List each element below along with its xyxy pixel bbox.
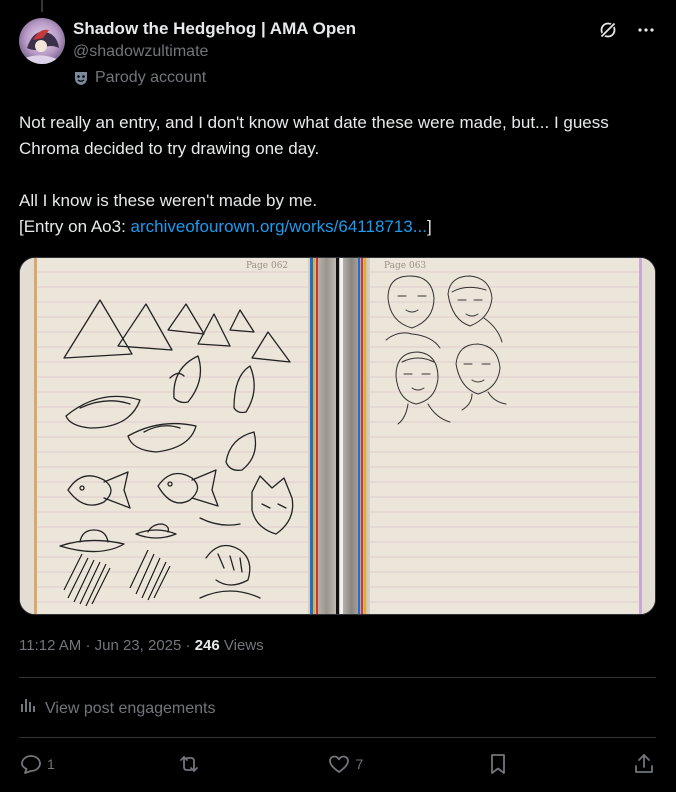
entry-prefix: [Entry on Ao3: xyxy=(19,217,131,236)
grok-icon[interactable] xyxy=(598,20,618,40)
views-count: 246 xyxy=(194,637,220,654)
user-block: Shadow the Hedgehog | AMA Open @shadowzu… xyxy=(73,18,356,89)
parody-account-label: Parody account xyxy=(73,67,356,89)
post-image[interactable]: Page 062 Page 063 xyxy=(19,257,656,615)
timestamp-separator: · xyxy=(85,637,91,654)
reply-button[interactable]: 1 xyxy=(19,752,55,776)
like-button[interactable]: 7 xyxy=(327,752,363,776)
share-button[interactable] xyxy=(632,752,656,776)
heart-icon xyxy=(327,752,351,776)
ao3-link[interactable]: archiveofourown.org/works/64118713... xyxy=(131,217,427,236)
view-engagements-link[interactable]: View post engagements xyxy=(19,696,215,721)
post-header: Shadow the Hedgehog | AMA Open @shadowzu… xyxy=(19,18,656,92)
bookmark-icon xyxy=(486,752,510,776)
post-text-line-1: Not really an entry, and I don't know wh… xyxy=(19,113,609,158)
post-time[interactable]: 11:12 AM xyxy=(19,637,81,654)
analytics-icon xyxy=(19,696,37,721)
thread-connector-line xyxy=(41,0,43,12)
more-icon[interactable] xyxy=(636,20,656,40)
avatar[interactable] xyxy=(19,18,65,64)
user-handle[interactable]: @shadowzultimate xyxy=(73,41,356,63)
view-engagements-label: View post engagements xyxy=(45,699,216,717)
views-label: Views xyxy=(223,637,264,654)
reply-icon xyxy=(19,752,43,776)
reply-count: 1 xyxy=(47,756,55,772)
display-name[interactable]: Shadow the Hedgehog | AMA Open xyxy=(73,18,356,40)
divider-bottom xyxy=(19,737,656,738)
post-action-bar: 1 7 xyxy=(19,750,656,778)
post-date[interactable]: Jun 23, 2025 xyxy=(95,637,182,654)
post-text: Not really an entry, and I don't know wh… xyxy=(19,110,659,240)
header-actions xyxy=(598,20,656,40)
like-count: 7 xyxy=(355,756,364,772)
left-notebook-page xyxy=(34,258,310,614)
divider-top xyxy=(19,677,656,678)
entry-suffix: ] xyxy=(426,217,432,236)
bookmark-button[interactable] xyxy=(486,752,510,776)
repost-icon xyxy=(177,752,201,776)
left-page-label: Page 062 xyxy=(246,261,288,271)
views-separator: · xyxy=(185,637,191,654)
repost-button[interactable] xyxy=(177,752,205,776)
parody-label-text: Parody account xyxy=(95,69,207,86)
post-timestamp: 11:12 AM · Jun 23, 2025 · 246 Views xyxy=(19,636,264,656)
share-icon xyxy=(632,752,656,776)
post-text-line-2: All I know is these weren't made by me. xyxy=(19,191,318,210)
post-text-line-3: [Entry on Ao3: archiveofourown.org/works… xyxy=(19,214,659,240)
parody-mask-icon xyxy=(73,70,89,86)
right-page-label: Page 063 xyxy=(384,261,426,271)
